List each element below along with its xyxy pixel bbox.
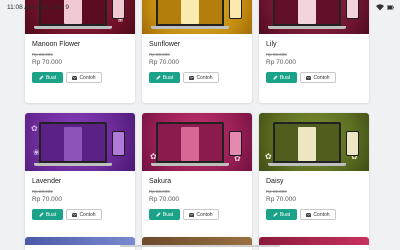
template-card: ✿ ❀ Lavender Rp 80.000 Rp 70.000 Buat Co… [25, 113, 135, 240]
next-row-partial [25, 237, 385, 250]
mail-icon [189, 75, 195, 80]
template-card-partial[interactable] [25, 237, 135, 250]
contoh-button[interactable]: Contoh [66, 209, 102, 220]
buat-button[interactable]: Buat [32, 209, 63, 220]
template-card-partial[interactable] [259, 237, 369, 250]
buat-label: Buat [279, 211, 291, 218]
mail-icon [189, 212, 195, 217]
old-price: Rp 80.000 [149, 189, 170, 194]
contoh-label: Contoh [313, 211, 330, 218]
old-price: Rp 80.000 [266, 52, 287, 57]
buat-button[interactable]: Buat [266, 72, 297, 83]
buat-label: Buat [45, 211, 57, 218]
laptop-mockup [156, 122, 224, 163]
price: Rp 70.000 [266, 59, 296, 66]
contoh-button[interactable]: Contoh [300, 209, 336, 220]
contoh-button[interactable]: Contoh [66, 72, 102, 83]
price: Rp 70.000 [32, 59, 62, 66]
phone-mockup [346, 131, 359, 156]
old-price: Rp 80.000 [149, 52, 170, 57]
template-name: Lavender [32, 178, 62, 185]
buat-button[interactable]: Buat [149, 72, 180, 83]
contoh-label: Contoh [313, 74, 330, 81]
contoh-button[interactable]: Contoh [183, 72, 219, 83]
template-name: Sunflower [149, 41, 181, 48]
template-preview-image[interactable]: ✿ ✿ [259, 113, 369, 171]
contoh-label: Contoh [79, 211, 96, 218]
laptop-mockup [39, 122, 107, 163]
template-card: ✿ ❀ Manoon Flower Rp 80.000 Rp 70.000 Bu… [25, 0, 135, 103]
contoh-button[interactable]: Contoh [183, 209, 219, 220]
price: Rp 70.000 [149, 59, 179, 66]
buat-label: Buat [279, 74, 291, 81]
edit-icon [156, 212, 161, 217]
navigation-handle[interactable] [120, 245, 280, 247]
edit-icon [39, 212, 44, 217]
template-card: ✿ Sunflower Rp 80.000 Rp 70.000 Buat Con… [142, 0, 252, 103]
edit-icon [273, 75, 278, 80]
edit-icon [156, 75, 161, 80]
edit-icon [39, 75, 44, 80]
status-time: 11:08 AM Mon, Dec 9 [7, 3, 70, 11]
battery-icon [387, 4, 394, 10]
buat-label: Buat [162, 74, 174, 81]
mail-icon [306, 75, 312, 80]
price: Rp 70.000 [32, 196, 62, 203]
mail-icon [306, 212, 312, 217]
contoh-label: Contoh [196, 211, 213, 218]
old-price: Rp 80.000 [32, 52, 53, 57]
template-name: Sakura [149, 178, 172, 185]
status-icons [376, 3, 394, 11]
template-card: ✿ ✿ Daisy Rp 80.000 Rp 70.000 Buat Conto… [259, 113, 369, 240]
price: Rp 70.000 [266, 196, 296, 203]
template-name: Lily [266, 41, 277, 48]
template-grid: ✿ ❀ Manoon Flower Rp 80.000 Rp 70.000 Bu… [25, 0, 385, 240]
contoh-button[interactable]: Contoh [300, 72, 336, 83]
status-bar: 11:08 AM Mon, Dec 9 [0, 0, 400, 14]
template-card-partial[interactable] [142, 237, 252, 250]
wifi-icon [376, 3, 384, 11]
contoh-label: Contoh [79, 74, 96, 81]
buat-label: Buat [162, 211, 174, 218]
mail-icon [72, 212, 78, 217]
template-name: Manoon Flower [32, 41, 81, 48]
template-card: ❀ Lily Rp 80.000 Rp 70.000 Buat Contoh [259, 0, 369, 103]
phone-mockup [112, 131, 125, 156]
buat-label: Buat [45, 74, 57, 81]
contoh-label: Contoh [196, 74, 213, 81]
old-price: Rp 80.000 [266, 189, 287, 194]
old-price: Rp 80.000 [32, 189, 53, 194]
template-preview-image[interactable]: ✿ ❀ [25, 113, 135, 171]
phone-mockup [229, 131, 242, 156]
template-preview-image[interactable]: ✿ ✿ [142, 113, 252, 171]
edit-icon [273, 212, 278, 217]
template-card: ✿ ✿ Sakura Rp 80.000 Rp 70.000 Buat Cont… [142, 113, 252, 240]
mail-icon [72, 75, 78, 80]
buat-button[interactable]: Buat [266, 209, 297, 220]
price: Rp 70.000 [149, 196, 179, 203]
buat-button[interactable]: Buat [32, 72, 63, 83]
laptop-mockup [273, 122, 341, 163]
buat-button[interactable]: Buat [149, 209, 180, 220]
template-name: Daisy [266, 178, 284, 185]
